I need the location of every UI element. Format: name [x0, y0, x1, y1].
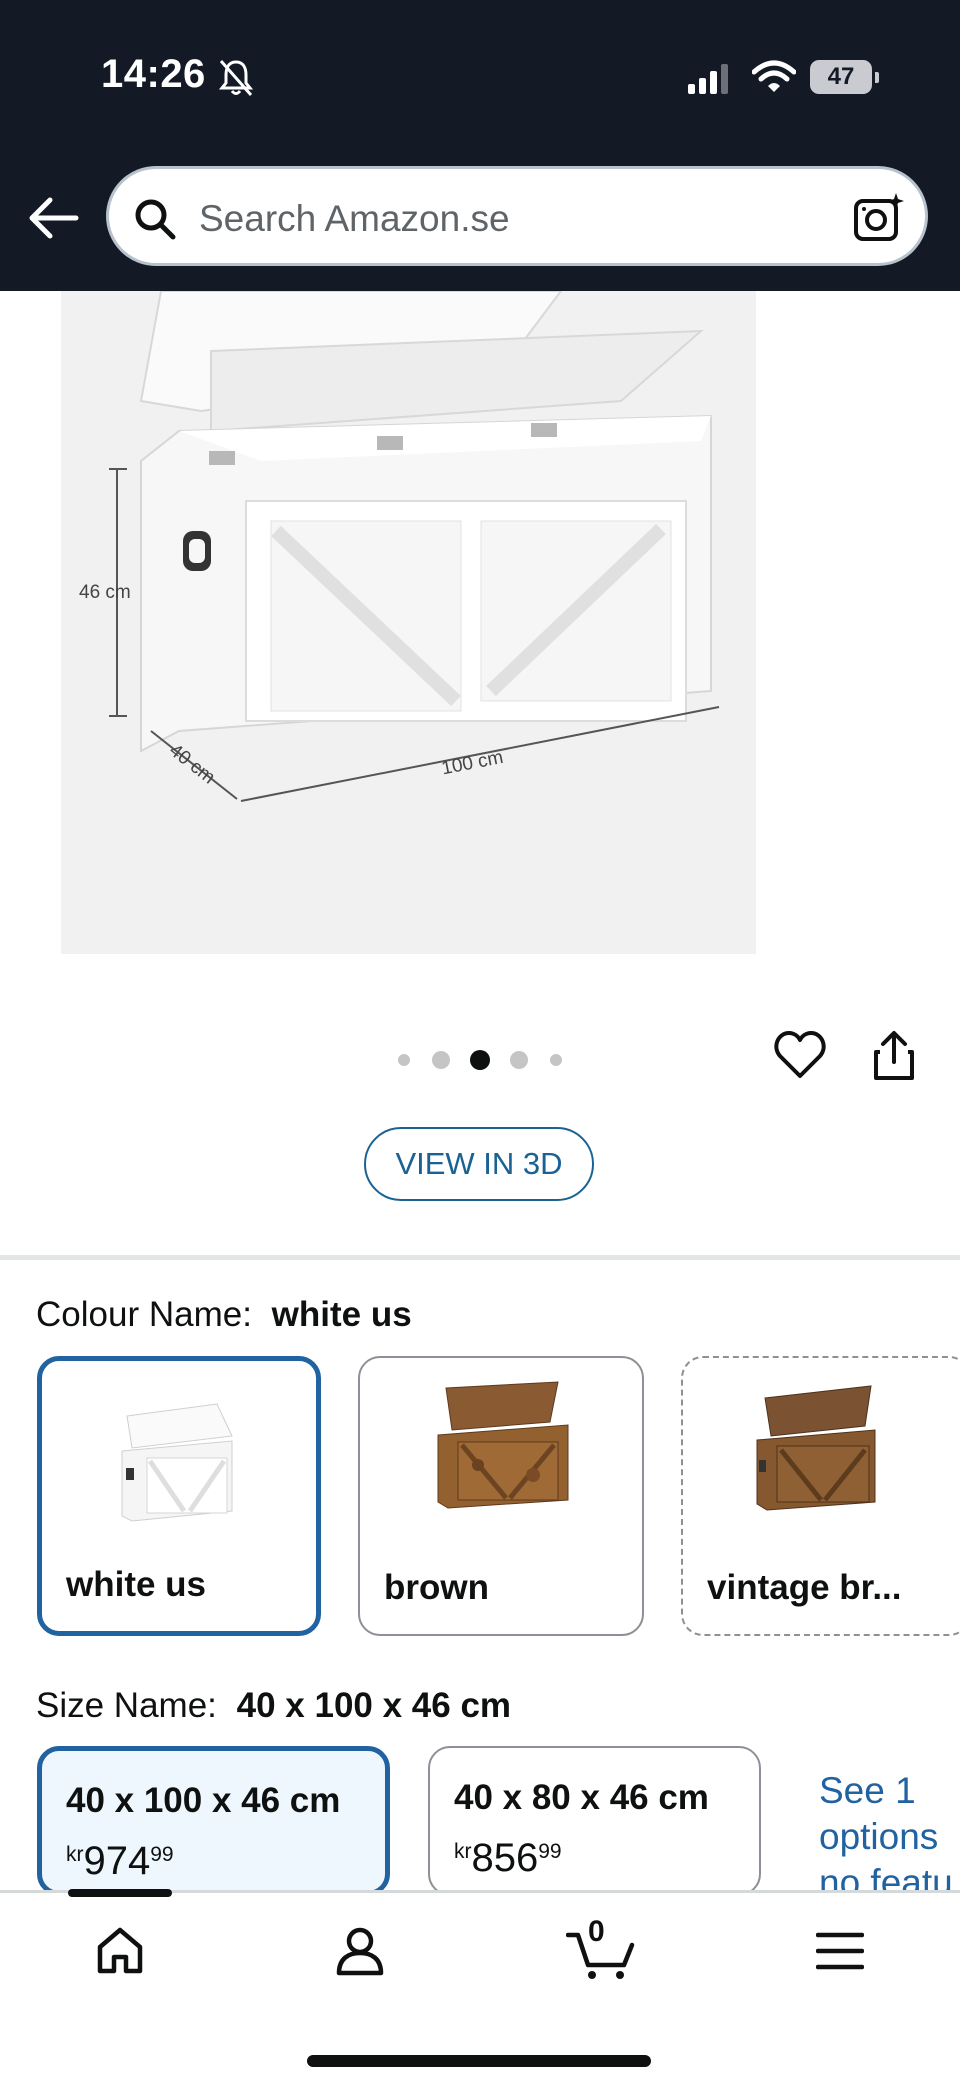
size-option-dimensions: 40 x 80 x 46 cm	[454, 1778, 709, 1817]
colour-option-white[interactable]: white us	[37, 1356, 321, 1636]
colour-name-label: Colour Name:	[36, 1295, 252, 1334]
status-time: 14:26	[101, 52, 206, 96]
back-arrow-icon[interactable]	[28, 196, 80, 240]
colour-option-label: white us	[66, 1565, 207, 1604]
size-name-label: Size Name:	[36, 1686, 217, 1725]
size-option-price: kr97499	[66, 1839, 174, 1884]
wifi-icon	[752, 60, 796, 92]
cellular-signal-icon	[688, 64, 728, 94]
battery-indicator: 47	[810, 60, 879, 94]
search-input[interactable]	[197, 195, 801, 243]
silent-bell-icon	[218, 60, 254, 96]
menu-icon[interactable]	[816, 1931, 864, 1971]
carousel-dot[interactable]	[398, 1054, 410, 1066]
colour-option-label: vintage br...	[707, 1568, 902, 1607]
carousel-dot[interactable]	[550, 1054, 562, 1066]
section-divider	[0, 1255, 960, 1260]
colour-option-brown[interactable]: brown	[358, 1356, 644, 1636]
colour-selected-value: white us	[271, 1295, 412, 1334]
carousel-dot-active[interactable]	[470, 1050, 490, 1070]
share-icon[interactable]	[872, 1030, 916, 1082]
white-bench-thumbnail	[121, 1403, 233, 1522]
view-in-3d-button[interactable]: VIEW IN 3D	[364, 1127, 594, 1201]
product-image[interactable]: 46 cm 100 cm 40 cm	[61, 291, 756, 954]
home-icon[interactable]	[94, 1925, 146, 1977]
carousel-dot[interactable]	[432, 1051, 450, 1069]
size-option-price: kr85699	[454, 1836, 562, 1881]
bottom-nav: 0	[0, 1889, 960, 2090]
account-icon[interactable]	[334, 1925, 386, 1977]
currency-symbol: kr	[454, 1840, 472, 1863]
price-whole: 856	[471, 1836, 539, 1880]
top-bar: 14:26 47	[0, 0, 960, 291]
vintage-bench-thumbnail	[756, 1385, 876, 1511]
active-tab-indicator	[68, 1889, 172, 1897]
colour-option-label: brown	[384, 1568, 489, 1607]
see-more-options-link[interactable]: See 1 options no featu	[819, 1768, 960, 1906]
price-fraction: 99	[538, 1840, 562, 1863]
colour-option-vintage-brown[interactable]: vintage br...	[681, 1356, 960, 1636]
price-fraction: 99	[150, 1843, 174, 1866]
cart-count-badge: 0	[588, 1915, 605, 1948]
price-whole: 974	[83, 1839, 151, 1883]
brown-bench-thumbnail	[437, 1381, 569, 1509]
height-dimension-label: 46 cm	[79, 582, 131, 603]
size-name-row: Size Name: 40 x 100 x 46 cm	[36, 1686, 511, 1726]
colour-name-row: Colour Name: white us	[36, 1295, 412, 1335]
size-option-100[interactable]: 40 x 100 x 46 cm kr97499	[37, 1746, 390, 1896]
storage-bench-illustration: 46 cm 100 cm 40 cm	[61, 291, 756, 954]
currency-symbol: kr	[66, 1843, 84, 1866]
camera-lens-icon[interactable]	[853, 191, 905, 243]
search-icon	[135, 199, 176, 240]
search-bar[interactable]	[106, 166, 928, 266]
size-option-dimensions: 40 x 100 x 46 cm	[66, 1781, 341, 1820]
heart-icon[interactable]	[774, 1030, 826, 1080]
size-selected-value: 40 x 100 x 46 cm	[236, 1686, 512, 1725]
carousel-dot[interactable]	[510, 1051, 528, 1069]
home-indicator[interactable]	[307, 2055, 651, 2067]
size-option-80[interactable]: 40 x 80 x 46 cm kr85699	[428, 1746, 761, 1896]
